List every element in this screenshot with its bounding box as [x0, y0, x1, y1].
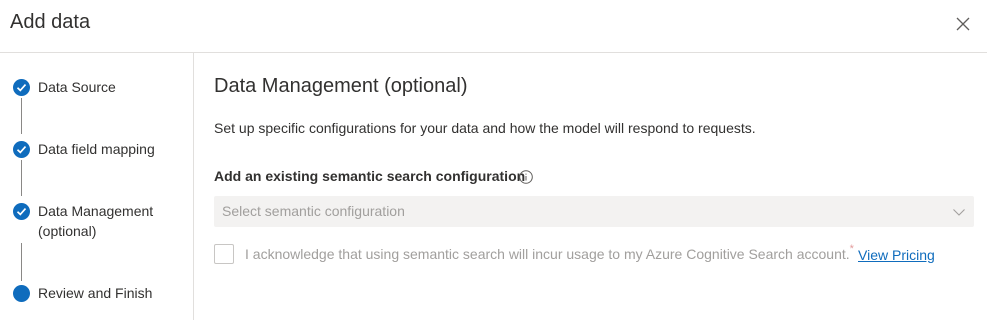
required-mark: *	[849, 243, 854, 255]
checkmark-icon	[13, 141, 30, 158]
step-connector	[21, 160, 22, 196]
step-label: Review and Finish	[38, 285, 153, 301]
checkmark-icon	[13, 203, 30, 220]
current-step-dot	[13, 285, 30, 302]
acknowledge-checkbox[interactable]	[214, 244, 234, 264]
checkmark-icon	[13, 79, 30, 96]
step-connector	[21, 243, 22, 281]
acknowledge-label: I acknowledge that using semantic search…	[245, 243, 854, 262]
page-description: Set up specific configurations for your …	[214, 120, 756, 136]
chevron-down-icon	[952, 205, 966, 219]
info-icon[interactable]	[518, 169, 534, 185]
semantic-config-label: Add an existing semantic search configur…	[214, 168, 526, 184]
page-title: Data Management (optional)	[214, 75, 468, 97]
step-label: Data Management	[38, 203, 154, 219]
semantic-config-dropdown[interactable]: Select semantic configuration	[214, 196, 974, 227]
wizard-steps: Data Source Data field mapping Data Mana…	[0, 53, 194, 320]
step-label-secondary: (optional)	[38, 223, 97, 239]
acknowledge-text: I acknowledge that using semantic search…	[245, 246, 850, 262]
step-label: Data field mapping	[38, 141, 155, 157]
step-label: Data Source	[38, 79, 116, 95]
view-pricing-link[interactable]: View Pricing	[858, 247, 935, 263]
dialog-title: Add data	[10, 11, 91, 33]
close-icon[interactable]	[953, 14, 973, 34]
dropdown-placeholder: Select semantic configuration	[222, 203, 405, 219]
step-connector	[21, 98, 22, 134]
dialog-header: Add data	[0, 0, 987, 53]
